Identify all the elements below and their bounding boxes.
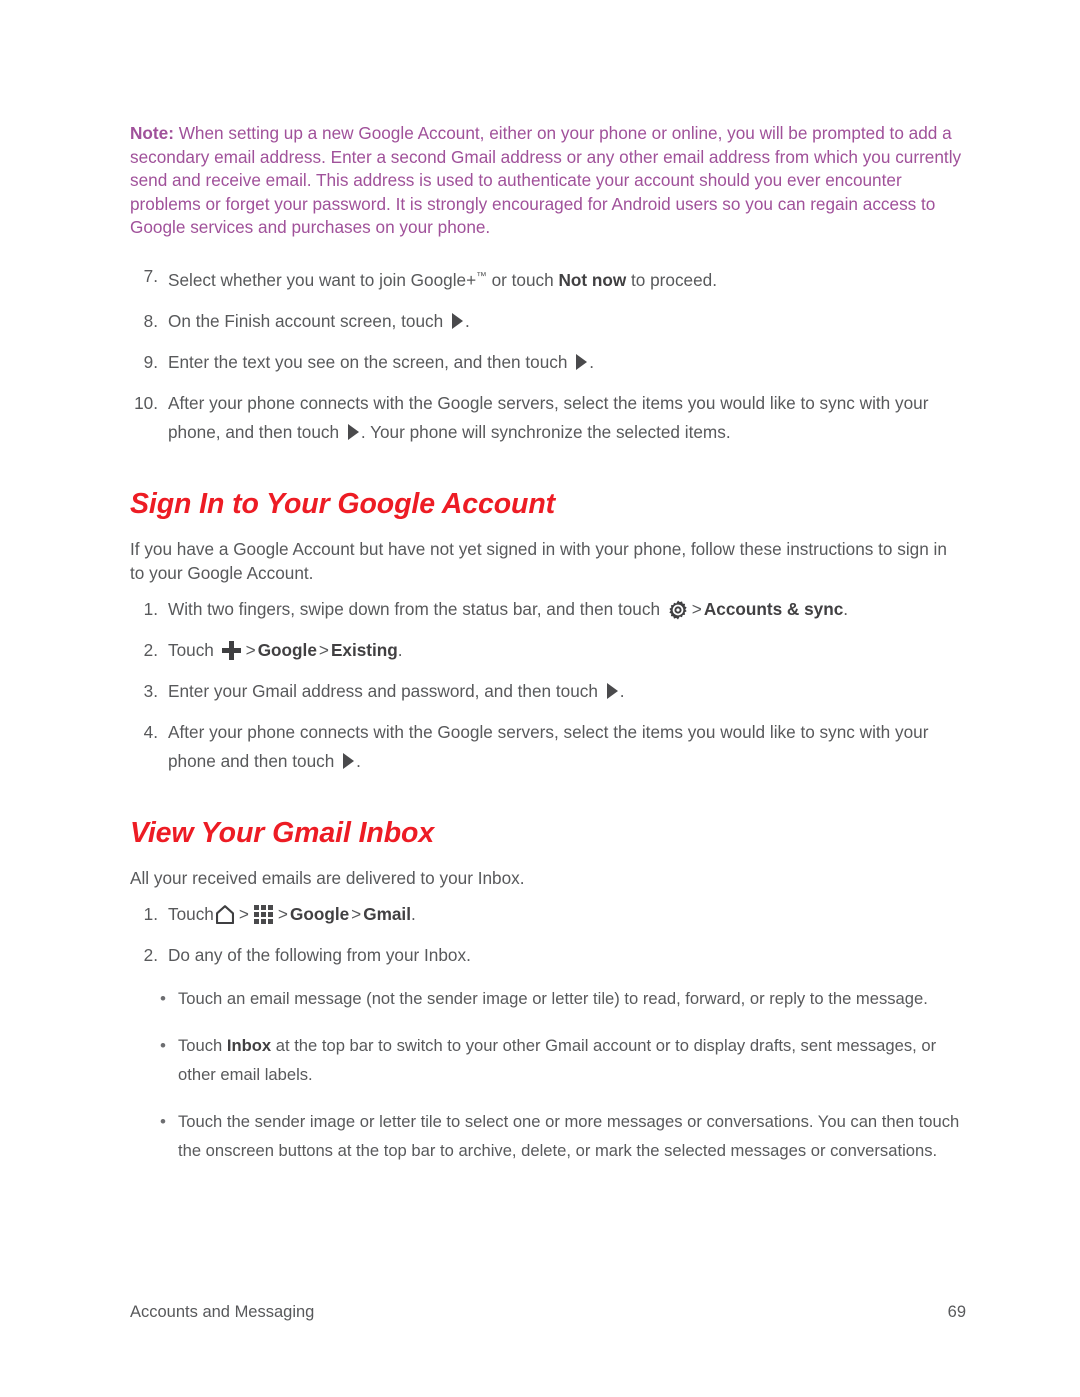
steps-continued-list: 7. Select whether you want to join Google… (130, 262, 966, 447)
list-item-text: Enter the text you see on the screen, an… (168, 351, 594, 372)
play-icon (575, 353, 588, 372)
footer-page-number: 69 (947, 1303, 966, 1321)
breadcrumb-separator: > (318, 639, 329, 660)
section-heading-gmail-inbox: View Your Gmail Inbox (130, 816, 435, 849)
breadcrumb-separator: > (238, 903, 249, 924)
list-item-text: Touch Inbox at the top bar to switch to … (178, 1035, 937, 1084)
list-item-number: 4. (143, 721, 158, 742)
plus-icon (221, 640, 241, 660)
list-item-text: After your phone connects with the Googl… (168, 392, 929, 442)
bullet-marker: • (160, 1035, 166, 1055)
list-item: 3. Enter your Gmail address and password,… (130, 677, 966, 706)
emphasis-text: Inbox (226, 1035, 272, 1055)
sign-in-steps-list: 1. With two fingers, swipe down from the … (130, 595, 966, 776)
list-item-text: Touch > > Google > Gmail. (168, 903, 416, 924)
note-block: Note: When setting up a new Google Accou… (130, 122, 966, 240)
section-heading-sign-in: Sign In to Your Google Account (130, 487, 556, 520)
list-item-text: Select whether you want to join Google+™… (168, 269, 718, 290)
list-item-text: Touch an email message (not the sender i… (178, 988, 928, 1008)
gmail-bullet-list: • Touch an email message (not the sender … (130, 984, 966, 1165)
list-item-number: 1. (143, 598, 158, 619)
list-item-text: Touch the sender image or letter tile to… (178, 1111, 960, 1160)
list-item: 1. With two fingers, swipe down from the … (130, 595, 966, 624)
trademark-symbol: ™ (476, 269, 487, 282)
list-item: 7. Select whether you want to join Google… (130, 262, 966, 295)
emphasis-text: Google (257, 639, 317, 660)
section-intro-sign-in: If you have a Google Account but have no… (130, 538, 947, 583)
play-icon (342, 752, 355, 771)
list-item-number: 2. (143, 944, 158, 965)
list-item: 2. Do any of the following from your Inbo… (130, 941, 966, 970)
footer-chapter-title: Accounts and Messaging (130, 1303, 315, 1321)
page-content: Note: When setting up a new Google Accou… (130, 122, 966, 1183)
list-item-text: With two fingers, swipe down from the st… (168, 598, 849, 620)
list-item: • Touch Inbox at the top bar to switch to… (130, 1031, 966, 1089)
list-item-number: 7. (143, 265, 158, 286)
emphasis-text: Google (289, 903, 350, 924)
list-item-number: 9. (143, 351, 158, 372)
breadcrumb-separator: > (277, 903, 288, 924)
list-item: 10. After your phone connects with the Go… (130, 389, 966, 447)
play-icon (606, 682, 619, 701)
section-intro-gmail-inbox: All your received emails are delivered t… (130, 867, 525, 888)
apps-grid-icon (253, 904, 273, 924)
list-item: • Touch the sender image or letter tile t… (130, 1107, 966, 1165)
play-icon (347, 423, 360, 442)
list-item: 2. Touch > Google > Existing. (130, 636, 966, 665)
list-item-number: 10. (134, 392, 158, 413)
list-item-text: On the Finish account screen, touch . (168, 310, 470, 331)
list-item-number: 8. (143, 310, 158, 331)
list-item: • Touch an email message (not the sender … (130, 984, 966, 1013)
gear-icon (668, 600, 688, 620)
document-page: Note: When setting up a new Google Accou… (0, 0, 1080, 1397)
list-item-number: 2. (143, 639, 158, 660)
gmail-steps-list: 1. Touch > > Google > Gmail. 2. Do any of the fo… (130, 900, 966, 970)
emphasis-text: Existing (330, 639, 398, 660)
note-text: When setting up a new Google Account, ei… (130, 123, 962, 238)
bullet-marker: • (160, 988, 166, 1008)
list-item-text: Enter your Gmail address and password, a… (168, 680, 625, 701)
emphasis-text: Not now (558, 269, 627, 290)
page-footer: Accounts and Messaging 69 (130, 1303, 966, 1322)
list-item: 4. After your phone connects with the Goo… (130, 718, 966, 776)
list-item: 8. On the Finish account screen, touch . (130, 307, 966, 336)
emphasis-text: Accounts & sync (703, 598, 844, 619)
play-icon (451, 312, 464, 331)
list-item: 1. Touch > > Google > Gmail. (130, 900, 966, 929)
list-item-text: After your phone connects with the Googl… (168, 721, 929, 771)
list-item-number: 1. (143, 903, 158, 924)
breadcrumb-separator: > (245, 639, 256, 660)
list-item-number: 3. (143, 680, 158, 701)
list-item: 9. Enter the text you see on the screen, … (130, 348, 966, 377)
breadcrumb-separator: > (351, 903, 362, 924)
bullet-marker: • (160, 1111, 166, 1131)
emphasis-text: Gmail (363, 903, 411, 924)
list-item-text: Do any of the following from your Inbox. (168, 944, 471, 965)
list-item-text: Touch > Google > Existing. (168, 639, 403, 660)
breadcrumb-separator: > (691, 598, 702, 619)
note-label: Note: (130, 123, 174, 143)
home-icon (215, 904, 235, 924)
